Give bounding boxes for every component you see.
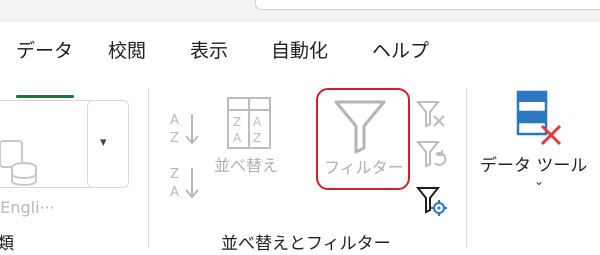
sort-a-z-icon[interactable]: A Z bbox=[168, 108, 204, 148]
data-type-button[interactable]: (Engli··· bbox=[0, 100, 97, 217]
ribbon-tabs: データ 校閲 表示 自動化 ヘルプ bbox=[0, 26, 600, 98]
group-label-data-types: 類 bbox=[0, 234, 14, 254]
tab-review[interactable]: 校閲 bbox=[108, 36, 146, 63]
sort-icon[interactable]: Z A A Z bbox=[226, 96, 272, 150]
chevron-down-icon[interactable]: ⌄ bbox=[534, 174, 544, 188]
group-label-sort-filter: 並べ替えとフィルター bbox=[221, 234, 391, 254]
data-tools-icon[interactable] bbox=[514, 88, 570, 152]
data-type-dropdown[interactable]: ▾ bbox=[87, 100, 129, 188]
coin-stack-icon bbox=[0, 140, 37, 186]
funnel-icon bbox=[334, 100, 386, 154]
dropdown-chevron-icon: ▾ bbox=[100, 135, 107, 150]
group-separator bbox=[466, 88, 467, 248]
group-separator bbox=[148, 88, 149, 248]
ribbon: (Engli··· ▾ 類 A Z Z A Z A A Z 並べ替え フィルター bbox=[0, 78, 600, 255]
svg-text:Z: Z bbox=[170, 167, 179, 182]
tab-help[interactable]: ヘルプ bbox=[372, 36, 429, 63]
svg-text:A: A bbox=[253, 115, 262, 129]
title-bar-area bbox=[0, 0, 600, 22]
tab-view[interactable]: 表示 bbox=[190, 36, 228, 63]
tab-data[interactable]: データ bbox=[16, 36, 73, 63]
clear-filter-icon[interactable] bbox=[416, 98, 448, 132]
advanced-filter-icon[interactable] bbox=[416, 184, 448, 218]
data-type-label: (Engli··· bbox=[0, 198, 55, 217]
tab-automate[interactable]: 自動化 bbox=[271, 36, 328, 63]
svg-text:A: A bbox=[170, 113, 179, 128]
filter-button-label: フィルター bbox=[324, 158, 404, 177]
search-box-area bbox=[255, 0, 600, 10]
svg-text:A: A bbox=[170, 185, 179, 200]
sort-z-a-icon[interactable]: Z A bbox=[168, 162, 204, 202]
sort-button-label: 並べ替え bbox=[214, 156, 279, 175]
svg-text:A: A bbox=[233, 131, 242, 145]
data-tools-label[interactable]: データ ツール bbox=[480, 151, 587, 176]
svg-text:Z: Z bbox=[233, 115, 241, 129]
svg-text:Z: Z bbox=[253, 131, 261, 145]
reapply-filter-icon[interactable] bbox=[416, 138, 448, 172]
svg-text:Z: Z bbox=[170, 131, 179, 146]
